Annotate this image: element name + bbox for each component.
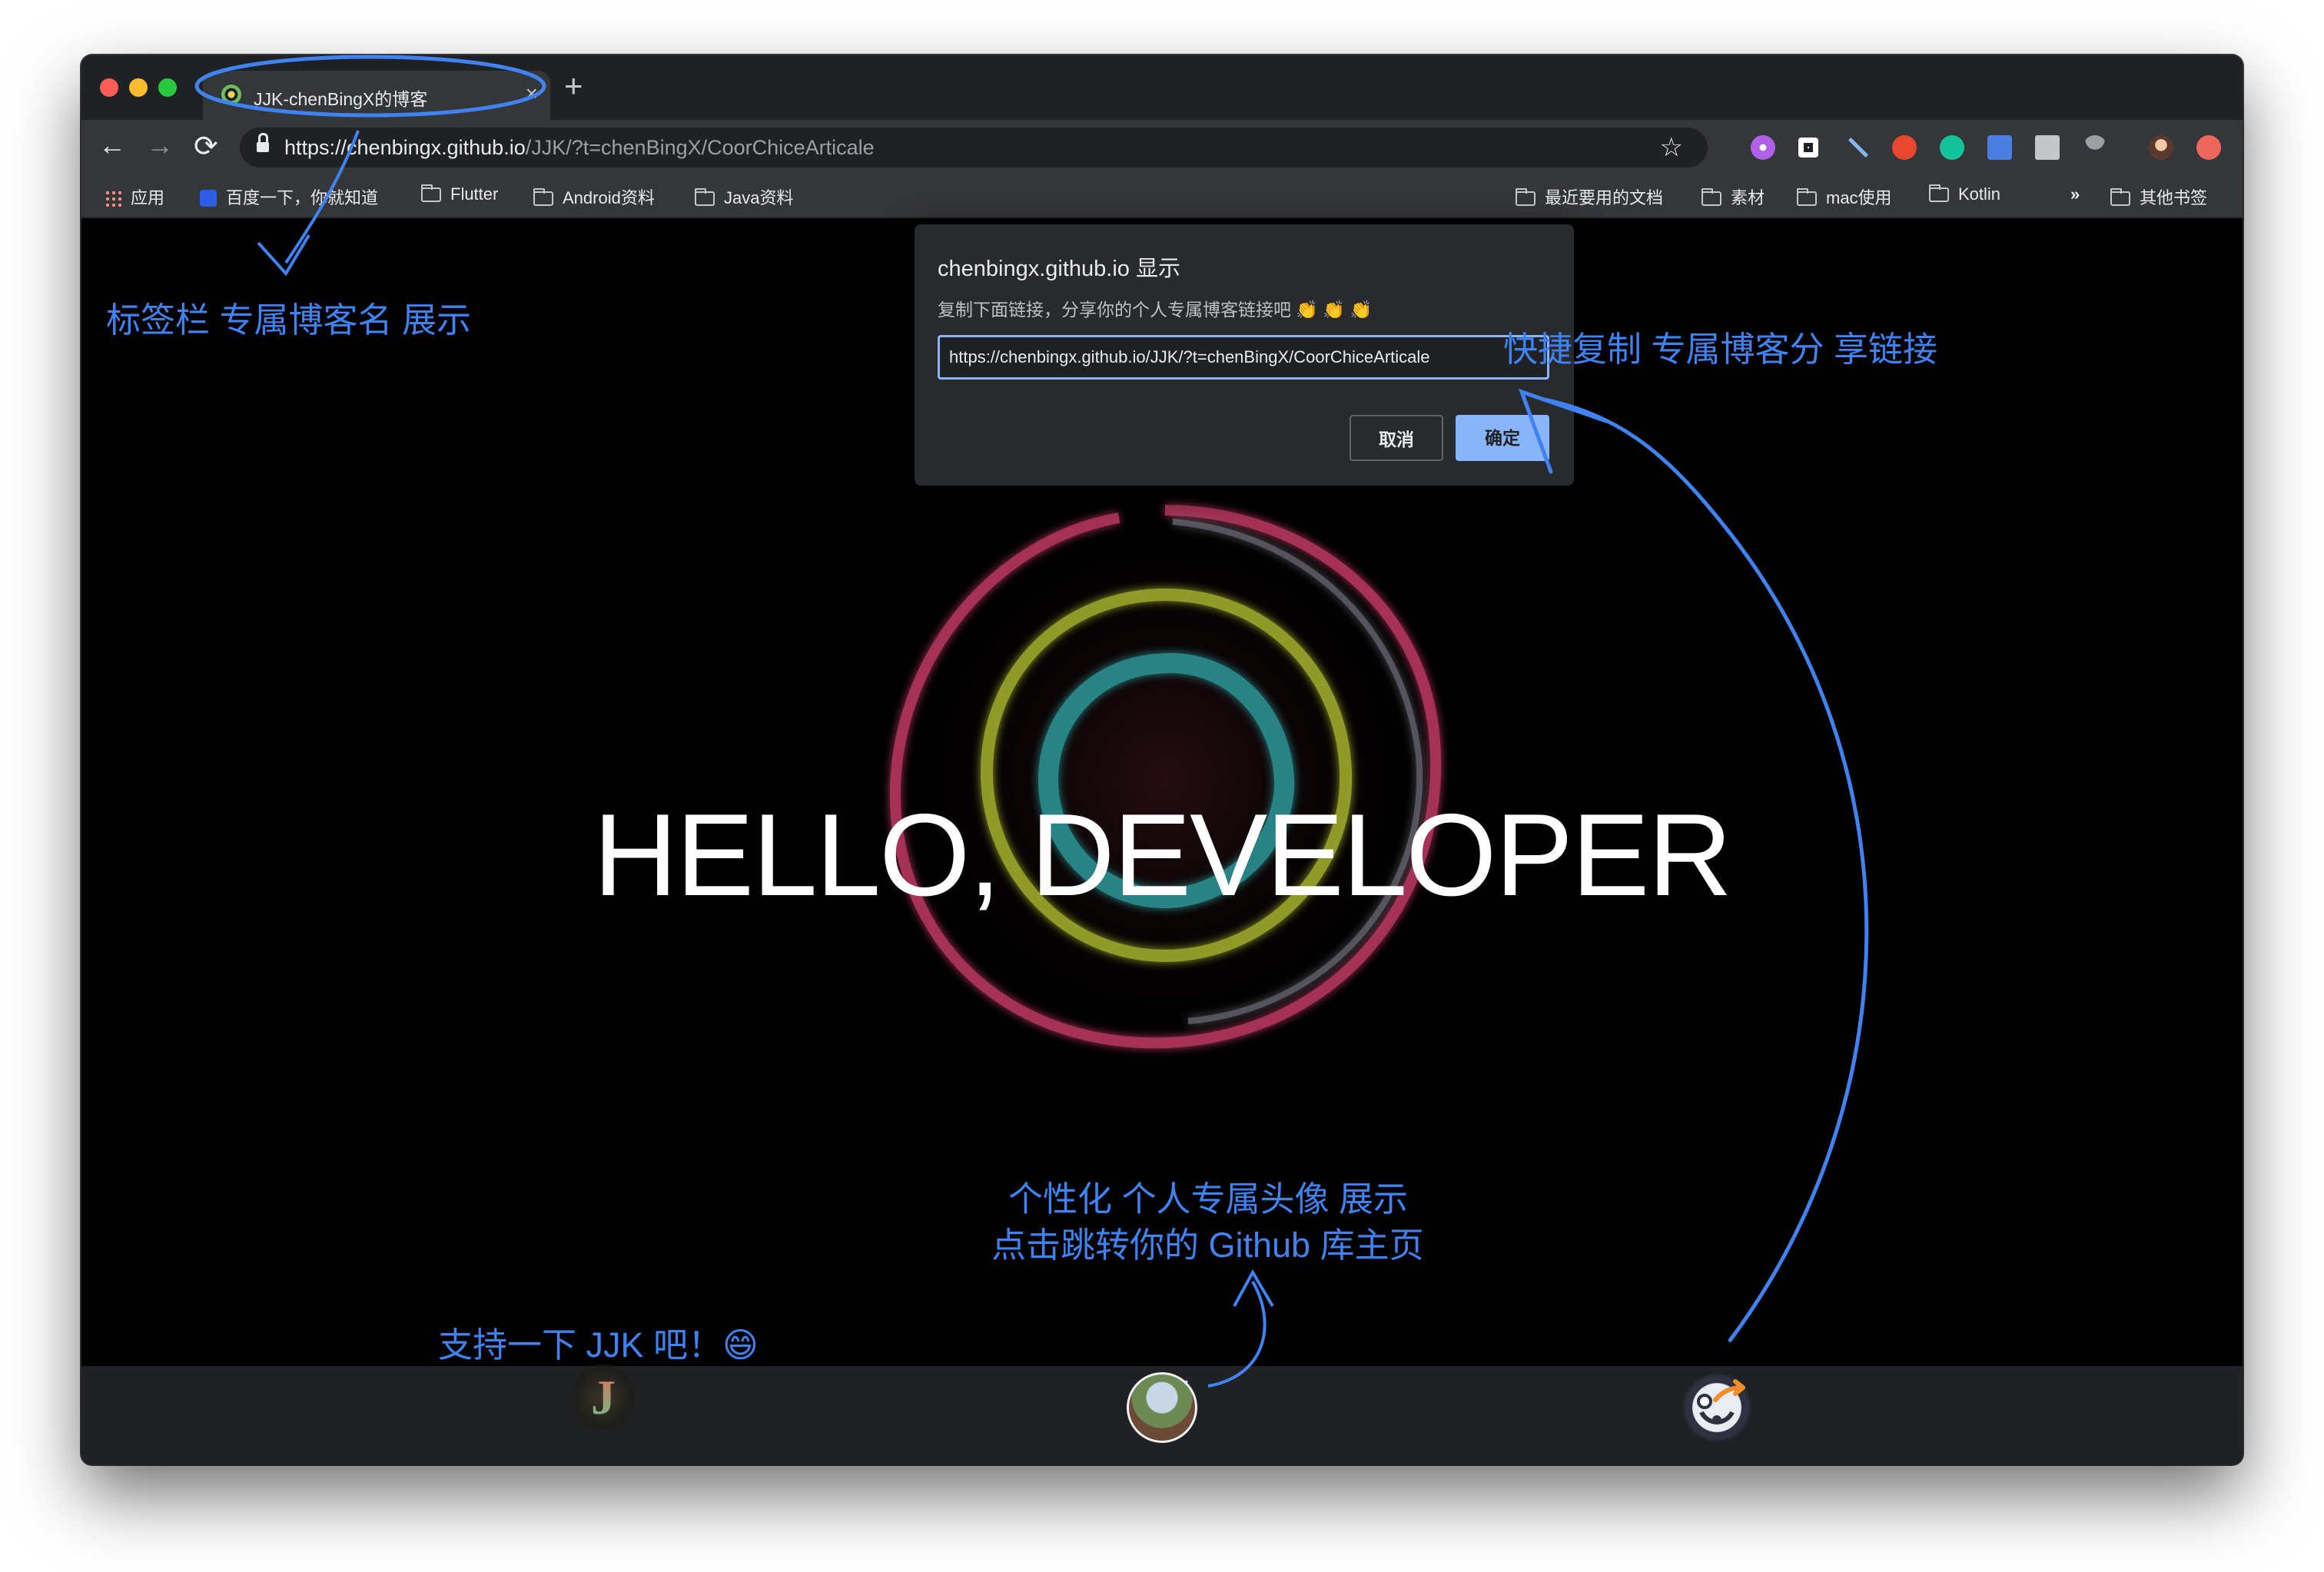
infinity-extension-icon[interactable]: [1892, 135, 1917, 160]
share-link-input[interactable]: [938, 335, 1549, 380]
avatar-annotation-line2: 点击跳转你的 Github 库主页: [991, 1225, 1424, 1265]
tab-bar: JJK-chenBingX的博客 × +: [81, 55, 2243, 120]
avatar-annotation-line1: 个性化 个人专属头像 展示: [1008, 1179, 1409, 1219]
download-extension-icon[interactable]: [2035, 135, 2060, 160]
reload-icon[interactable]: ⟳: [194, 129, 218, 164]
address-bar[interactable]: https://chenbingx.github.io/JJK/?t=chenB…: [240, 128, 1708, 167]
bookmarks-bar: 应用 百度一下，你就知道 Flutter Android资料 Java资料 最近…: [81, 175, 2243, 218]
github-avatar-button[interactable]: [1127, 1372, 1197, 1443]
forward-arrow-icon[interactable]: →: [146, 129, 174, 161]
umbrella-extension-icon[interactable]: [2083, 135, 2107, 160]
share-link-icon[interactable]: [1682, 1372, 1752, 1443]
folder-icon: [1702, 188, 1721, 206]
new-tab-button[interactable]: +: [564, 68, 583, 104]
site-favicon-icon: [221, 85, 241, 104]
back-arrow-icon[interactable]: ←: [98, 129, 126, 161]
bookmark-other[interactable]: 其他书签: [2110, 184, 2207, 209]
bookmark-materials[interactable]: 素材: [1702, 184, 1765, 209]
tab-active[interactable]: JJK-chenBingX的博客 ×: [203, 71, 550, 120]
pen-extension-icon[interactable]: [1846, 135, 1871, 160]
square-extension-icon[interactable]: [1798, 138, 1818, 158]
baidu-paw-icon: [200, 190, 217, 207]
bookmark-flutter[interactable]: Flutter: [421, 184, 498, 204]
dialog-title: chenbingx.github.io 显示: [938, 257, 1180, 281]
minimize-window-button[interactable]: [129, 78, 148, 97]
grammarly-extension-icon[interactable]: [1940, 135, 1964, 160]
hero-title: HELLO, DEVELOPER: [593, 790, 1732, 920]
purple-extension-icon[interactable]: [1751, 135, 1775, 160]
confirm-button[interactable]: 确定: [1456, 415, 1549, 461]
toolbar: ← → ⟳ https://chenbingx.github.io/JJK/?t…: [81, 120, 2243, 175]
bookmark-mac[interactable]: mac使用: [1797, 184, 1892, 209]
particle-rings-graphic: [865, 479, 1465, 1079]
bookmark-java[interactable]: Java资料: [695, 184, 793, 209]
bookmark-apps[interactable]: 应用: [105, 184, 164, 209]
update-extension-icon[interactable]: [2196, 135, 2221, 160]
folder-icon: [421, 184, 441, 202]
folder-icon: [1929, 184, 1949, 202]
tab-annotation: 标签栏 专属博客名 展示: [106, 300, 472, 340]
share-arrow-icon: [1697, 1379, 1745, 1424]
bookmark-star-icon[interactable]: ☆: [1660, 132, 1683, 163]
share-link-dialog: chenbingx.github.io 显示 复制下面链接，分享你的个人专属博客…: [915, 224, 1574, 486]
bookmark-android[interactable]: Android资料: [533, 184, 655, 209]
tab-title: JJK-chenBingX的博客: [254, 89, 428, 109]
share-annotation: 快捷复制 专属博客分 享链接: [1503, 330, 1938, 369]
support-annotation: 支持一下 JJK 吧！😄: [438, 1325, 759, 1365]
bookmarks-overflow-button[interactable]: »: [2070, 184, 2080, 204]
folder-icon: [1797, 188, 1817, 206]
close-window-button[interactable]: [100, 78, 118, 97]
dialog-message: 复制下面链接，分享你的个人专属博客链接吧 👏 👏 👏: [938, 300, 1373, 320]
bookmark-kotlin[interactable]: Kotlin: [1929, 184, 2000, 204]
apps-grid-icon: [105, 190, 121, 207]
cancel-button[interactable]: 取消: [1350, 415, 1443, 461]
maximize-window-button[interactable]: [158, 78, 177, 97]
folder-icon: [1516, 188, 1536, 206]
translate-extension-icon[interactable]: [1987, 135, 2012, 160]
address-url[interactable]: https://chenbingx.github.io/JJK/?t=chenB…: [284, 136, 875, 160]
lock-icon[interactable]: [257, 133, 269, 153]
tab-close-icon[interactable]: ×: [526, 81, 538, 106]
bookmark-baidu[interactable]: 百度一下，你就知道: [200, 184, 378, 209]
folder-icon: [695, 188, 715, 206]
bookmark-recent-docs[interactable]: 最近要用的文档: [1516, 184, 1663, 209]
profile-avatar[interactable]: [2149, 135, 2173, 160]
folder-icon: [2110, 188, 2130, 206]
folder-icon: [533, 188, 553, 206]
jjk-logo-button[interactable]: J: [569, 1363, 638, 1432]
